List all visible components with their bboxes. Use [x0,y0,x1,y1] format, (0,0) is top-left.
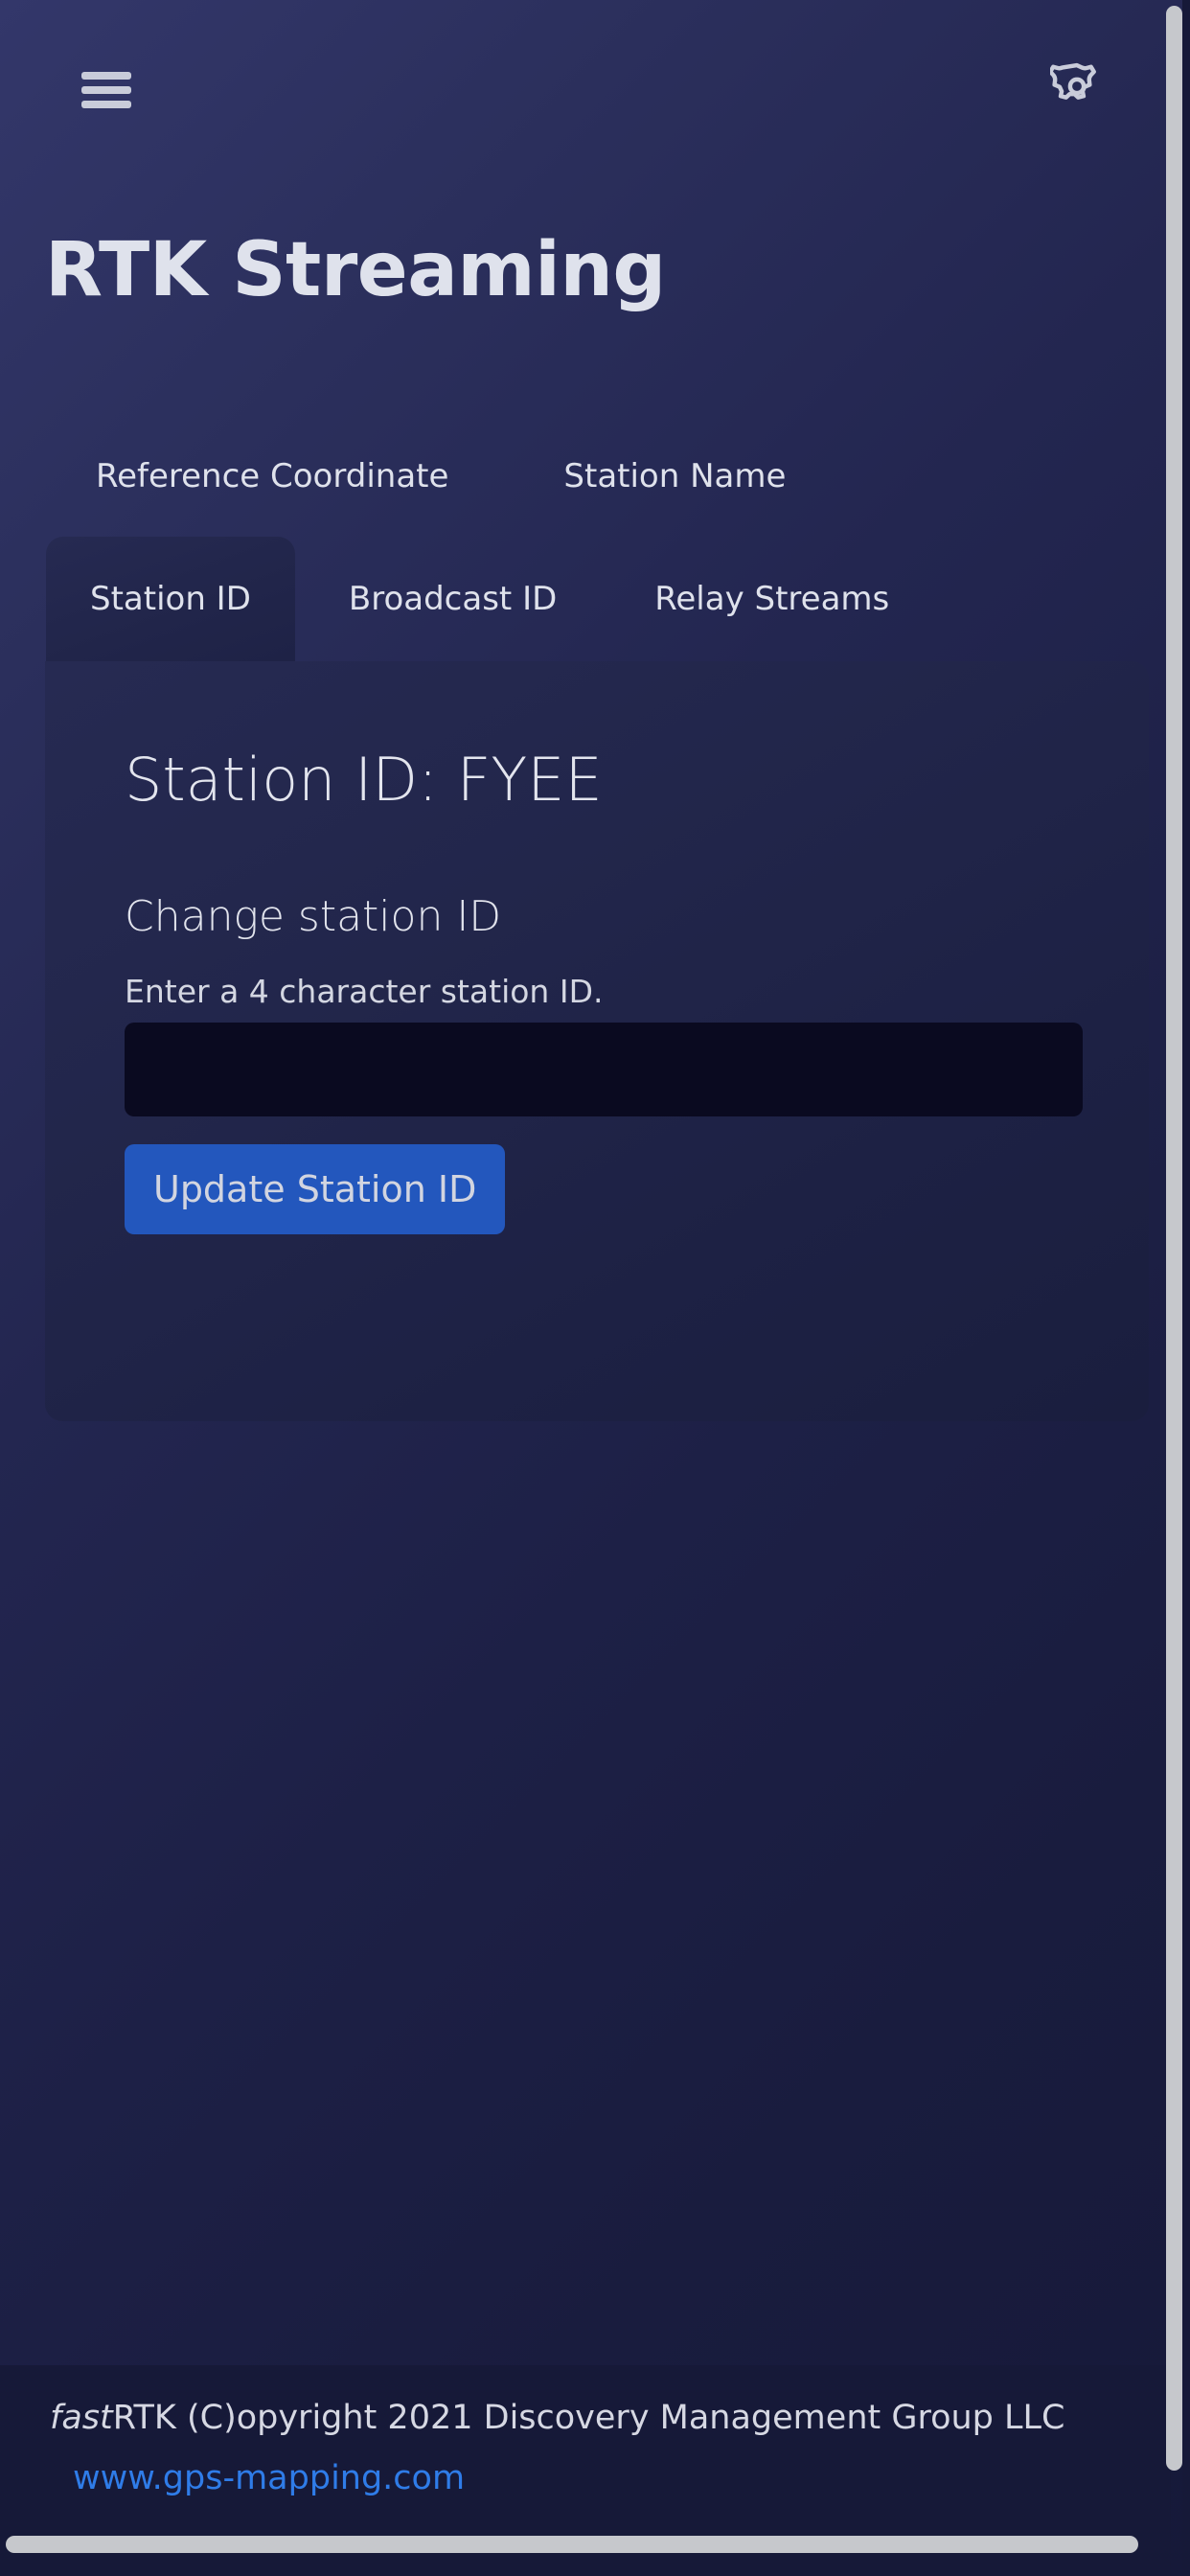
tab-reference-coordinate[interactable]: Reference Coordinate [96,433,448,519]
horizontal-scrollbar[interactable] [6,2536,1138,2553]
tab-relay-streams[interactable]: Relay Streams [610,537,933,661]
tab-label: Station ID [90,580,251,618]
station-id-heading: Station ID: FYEE [125,745,603,815]
station-id-input[interactable] [125,1023,1083,1116]
tab-station-name[interactable]: Station Name [563,433,786,519]
page-title: RTK Streaming [45,227,666,313]
tab-label: Relay Streams [654,580,890,618]
update-station-id-button-label: Update Station ID [153,1168,477,1210]
tab-label: Reference Coordinate [96,457,449,495]
station-id-panel: Station ID: FYEE Change station ID Enter… [45,661,1149,1421]
right-gutter [1182,0,1190,2576]
hamburger-bar-2 [81,86,131,94]
hamburger-bar-1 [81,72,131,80]
app-viewport: RTK Streaming Reference Coordinate Stati… [0,0,1171,2576]
update-station-id-button[interactable]: Update Station ID [125,1144,506,1234]
tab-label: Broadcast ID [348,580,558,618]
tab-broadcast-id[interactable]: Broadcast ID [305,537,601,661]
copyright-rest: (C)opyright 2021 Discovery Management Gr… [175,2399,1065,2437]
change-station-id-heading: Change station ID [125,892,502,941]
gear-icon-glyph [1050,62,1096,100]
brand-rtk: RTK [112,2399,176,2437]
tab-label: Station Name [563,457,787,495]
brand-fast: fast [50,2399,113,2437]
hamburger-menu-icon[interactable] [81,72,131,108]
tab-station-id[interactable]: Station ID [46,537,295,661]
vertical-scrollbar[interactable] [1166,6,1182,2471]
hamburger-bar-3 [81,101,131,108]
change-station-id-help: Enter a 4 character station ID. [125,973,604,1010]
copyright-text: fastRTK (C)opyright 2021 Discovery Manag… [50,2399,1064,2437]
top-app-bar [0,0,1171,129]
website-link[interactable]: www.gps-mapping.com [73,2459,465,2497]
secondary-tab-bar: Station ID Broadcast ID Relay Streams [0,537,1171,661]
gear-icon[interactable] [1050,59,1104,113]
primary-tab-bar: Reference Coordinate Station Name [0,433,1171,519]
